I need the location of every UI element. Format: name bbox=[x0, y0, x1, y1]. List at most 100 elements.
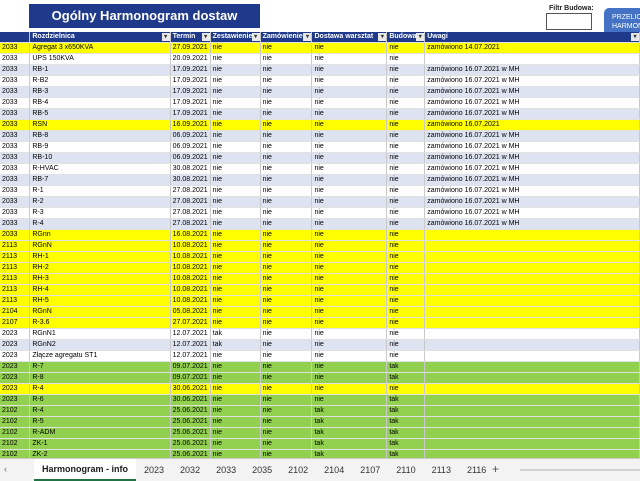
table-cell[interactable] bbox=[424, 383, 640, 395]
table-cell[interactable] bbox=[424, 372, 640, 384]
table-cell[interactable]: 27.08.2021 bbox=[170, 207, 211, 219]
table-cell[interactable]: nie bbox=[386, 141, 426, 153]
table-cell[interactable]: R-3.6 bbox=[29, 317, 171, 329]
table-cell[interactable] bbox=[424, 416, 640, 428]
table-cell[interactable]: nie bbox=[210, 405, 261, 417]
table-cell[interactable]: nie bbox=[260, 416, 313, 428]
table-cell[interactable]: zamówiono 16.07.2021 w MH bbox=[424, 64, 640, 76]
table-cell[interactable]: nie bbox=[311, 339, 388, 351]
table-cell[interactable]: nie bbox=[260, 185, 313, 197]
table-cell[interactable]: 2033 bbox=[0, 86, 31, 98]
table-cell[interactable]: nie bbox=[311, 130, 388, 142]
table-cell[interactable]: nie bbox=[386, 273, 426, 285]
table-cell[interactable]: R-4 bbox=[29, 383, 171, 395]
table-cell[interactable]: nie bbox=[210, 273, 261, 285]
table-cell[interactable]: nie bbox=[260, 284, 313, 296]
table-cell[interactable]: 2033 bbox=[0, 53, 31, 65]
table-cell[interactable]: nie bbox=[311, 152, 388, 164]
table-cell[interactable]: nie bbox=[386, 218, 426, 230]
table-cell[interactable]: 27.08.2021 bbox=[170, 218, 211, 230]
table-cell[interactable]: nie bbox=[260, 350, 313, 362]
table-cell[interactable]: 2023 bbox=[0, 350, 31, 362]
table-cell[interactable]: nie bbox=[311, 229, 388, 241]
table-cell[interactable]: 17.09.2021 bbox=[170, 86, 211, 98]
table-cell[interactable]: nie bbox=[210, 130, 261, 142]
table-cell[interactable]: 2102 bbox=[0, 427, 31, 439]
table-cell[interactable]: nie bbox=[210, 97, 261, 109]
table-cell[interactable]: R-8 bbox=[29, 372, 171, 384]
table-cell[interactable]: 30.08.2021 bbox=[170, 174, 211, 186]
table-cell[interactable]: 17.09.2021 bbox=[170, 75, 211, 87]
table-cell[interactable]: 16.09.2021 bbox=[170, 119, 211, 131]
table-cell[interactable]: nie bbox=[311, 119, 388, 131]
table-cell[interactable]: nie bbox=[210, 229, 261, 241]
table-cell[interactable]: nie bbox=[311, 42, 388, 54]
table-cell[interactable]: RH-3 bbox=[29, 273, 171, 285]
table-cell[interactable]: nie bbox=[210, 284, 261, 296]
table-cell[interactable] bbox=[424, 273, 640, 285]
table-cell[interactable] bbox=[424, 405, 640, 417]
table-cell[interactable]: nie bbox=[210, 372, 261, 384]
table-cell[interactable]: nie bbox=[386, 350, 426, 362]
table-cell[interactable]: nie bbox=[386, 207, 426, 219]
table-cell[interactable]: 17.09.2021 bbox=[170, 64, 211, 76]
table-cell[interactable]: nie bbox=[260, 427, 313, 439]
table-cell[interactable] bbox=[424, 328, 640, 340]
table-cell[interactable]: 2033 bbox=[0, 97, 31, 109]
table-cell[interactable]: nie bbox=[260, 97, 313, 109]
table-cell[interactable]: 27.08.2021 bbox=[170, 196, 211, 208]
table-cell[interactable]: tak bbox=[386, 372, 426, 384]
table-cell[interactable]: 20.09.2021 bbox=[170, 53, 211, 65]
sheet-tab[interactable]: Harmonogram - info bbox=[34, 459, 137, 481]
table-cell[interactable] bbox=[424, 339, 640, 351]
filter-budowa-input[interactable] bbox=[546, 13, 592, 30]
table-cell[interactable]: zamówiono 16.07.2021 w MH bbox=[424, 108, 640, 120]
add-sheet-icon[interactable]: + bbox=[492, 462, 499, 476]
table-cell[interactable]: nie bbox=[260, 86, 313, 98]
table-cell[interactable]: RB-1 bbox=[29, 64, 171, 76]
table-cell[interactable] bbox=[424, 251, 640, 263]
table-cell[interactable]: nie bbox=[386, 53, 426, 65]
table-cell[interactable]: tak bbox=[386, 449, 426, 458]
table-cell[interactable]: nie bbox=[311, 97, 388, 109]
table-cell[interactable]: nie bbox=[311, 372, 388, 384]
table-cell[interactable]: 2033 bbox=[0, 64, 31, 76]
table-cell[interactable]: nie bbox=[210, 108, 261, 120]
column-header[interactable]: Uwagi ▾ bbox=[424, 32, 640, 43]
table-cell[interactable]: 2113 bbox=[0, 295, 31, 307]
table-cell[interactable]: nie bbox=[311, 328, 388, 340]
table-cell[interactable]: zamówiono 16.07.2021 w MH bbox=[424, 207, 640, 219]
table-cell[interactable]: nie bbox=[210, 240, 261, 252]
table-cell[interactable]: nie bbox=[386, 295, 426, 307]
table-cell[interactable]: 17.09.2021 bbox=[170, 108, 211, 120]
table-cell[interactable]: zamówiono 16.07.2021 w MH bbox=[424, 163, 640, 175]
table-cell[interactable]: nie bbox=[386, 130, 426, 142]
table-cell[interactable] bbox=[424, 229, 640, 241]
table-cell[interactable]: nie bbox=[260, 64, 313, 76]
table-cell[interactable]: 2033 bbox=[0, 108, 31, 120]
table-cell[interactable]: nie bbox=[260, 262, 313, 274]
column-header[interactable]: Rozdzielnica ▾ bbox=[29, 32, 171, 43]
table-cell[interactable]: nie bbox=[260, 75, 313, 87]
table-cell[interactable]: RGnN2 bbox=[29, 339, 171, 351]
table-cell[interactable]: R-ADM bbox=[29, 427, 171, 439]
table-cell[interactable]: tak bbox=[386, 427, 426, 439]
table-cell[interactable]: nie bbox=[311, 75, 388, 87]
table-cell[interactable]: 10.08.2021 bbox=[170, 251, 211, 263]
table-cell[interactable]: 2033 bbox=[0, 196, 31, 208]
table-cell[interactable]: nie bbox=[386, 42, 426, 54]
table-cell[interactable]: nie bbox=[311, 196, 388, 208]
table-cell[interactable]: nie bbox=[386, 196, 426, 208]
table-cell[interactable]: nie bbox=[386, 251, 426, 263]
table-cell[interactable] bbox=[424, 449, 640, 458]
table-cell[interactable]: 27.08.2021 bbox=[170, 185, 211, 197]
table-cell[interactable]: 12.07.2021 bbox=[170, 328, 211, 340]
table-cell[interactable]: 2113 bbox=[0, 273, 31, 285]
table-cell[interactable]: RB-7 bbox=[29, 174, 171, 186]
table-cell[interactable]: RB-10 bbox=[29, 152, 171, 164]
table-cell[interactable]: nie bbox=[210, 262, 261, 274]
horizontal-scrollbar[interactable] bbox=[520, 469, 640, 471]
table-cell[interactable]: R-4 bbox=[29, 405, 171, 417]
table-cell[interactable]: tak bbox=[386, 438, 426, 450]
table-cell[interactable]: 2033 bbox=[0, 152, 31, 164]
